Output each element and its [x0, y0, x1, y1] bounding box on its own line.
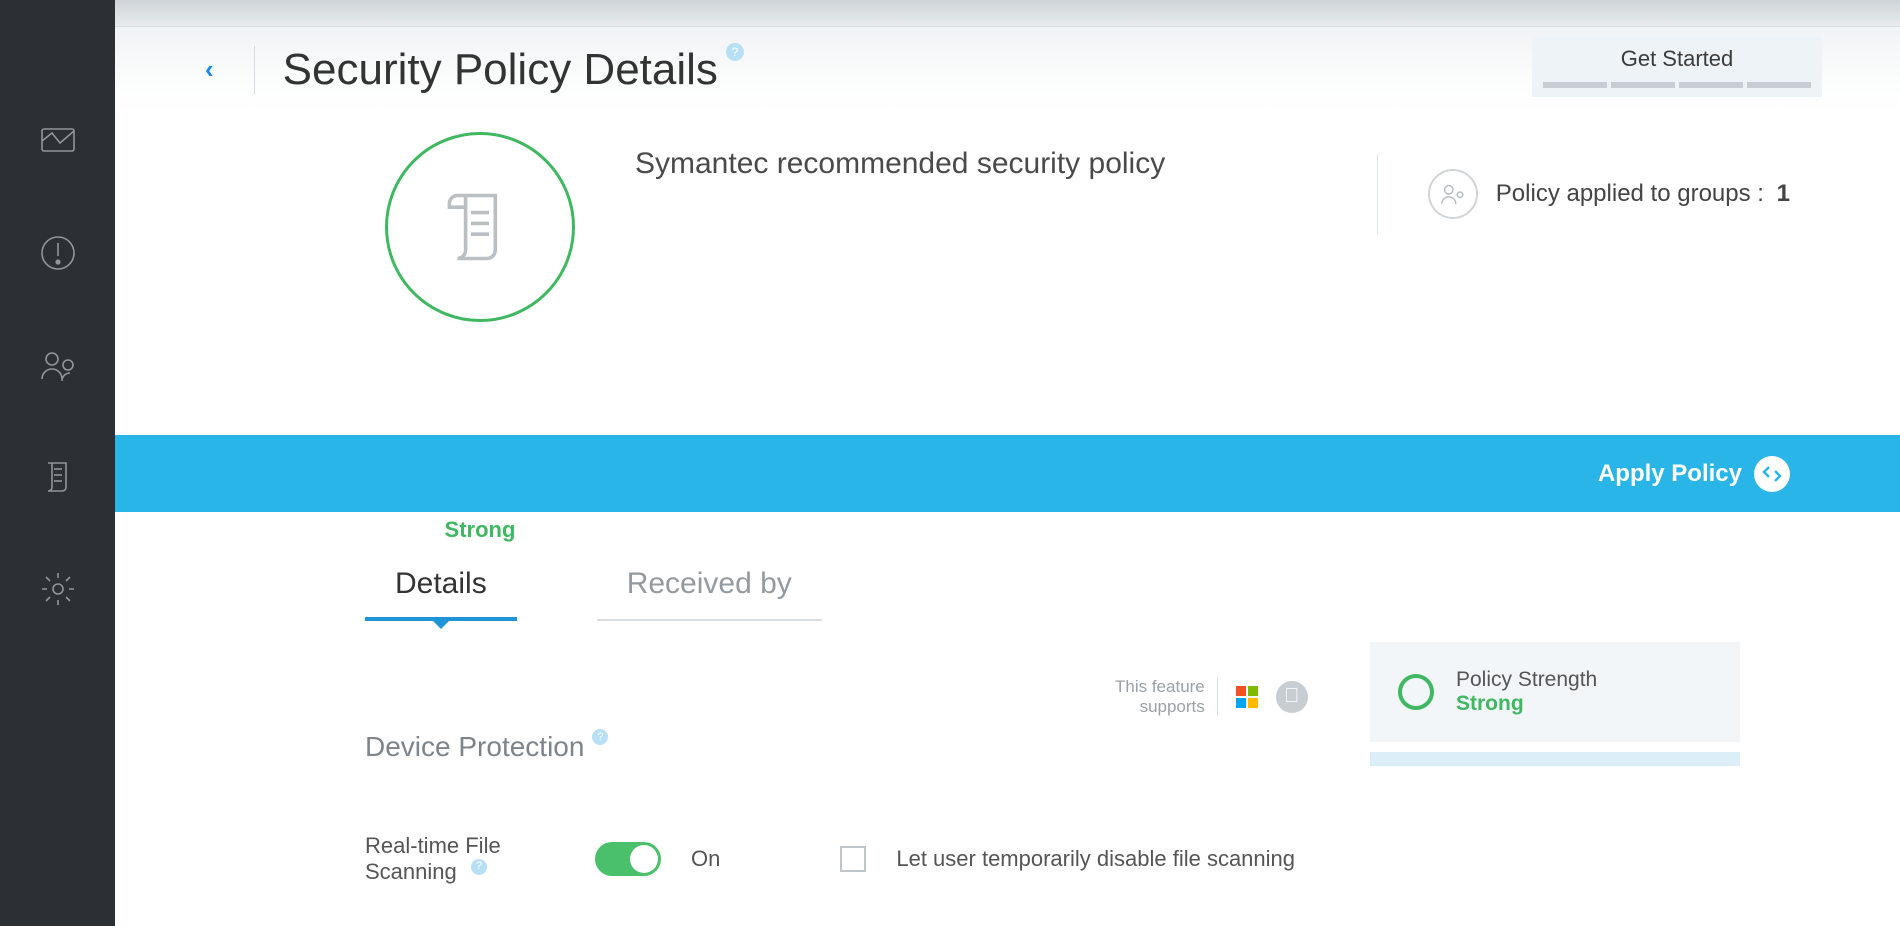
device-protection-title: Device Protection: [365, 731, 584, 763]
apple-icon: : [1276, 681, 1308, 713]
realtime-scanning-row: Real-time File Scanning ? On Let user te…: [365, 833, 1760, 886]
action-bar: Apply Policy: [115, 435, 1900, 512]
help-icon[interactable]: ?: [726, 43, 744, 61]
feature-supports: This feature supports : [1115, 677, 1308, 716]
realtime-scanning-label: Real-time File Scanning ?: [365, 833, 565, 886]
apply-policy-button[interactable]: Apply Policy: [1598, 456, 1790, 492]
page-header: ‹ Security Policy Details ? Get Started: [115, 27, 1900, 112]
applied-to-groups: Policy applied to groups : 1: [1377, 154, 1790, 234]
policy-name: Symantec recommended security policy: [635, 147, 1165, 181]
section-strength-card: Policy Strength Strong: [1370, 642, 1740, 742]
strength-ring-icon: [1398, 674, 1434, 710]
tab-received-by[interactable]: Received by: [597, 567, 822, 621]
disable-scanning-checkbox[interactable]: [840, 846, 866, 872]
help-icon[interactable]: ?: [471, 859, 487, 875]
applied-to-groups-label: Policy applied to groups :: [1496, 180, 1764, 207]
nav-policies-icon[interactable]: [37, 456, 79, 498]
get-started-progress: [1543, 82, 1811, 88]
help-icon[interactable]: ?: [592, 729, 608, 745]
get-started-label: Get Started: [1621, 46, 1734, 72]
nav-settings-icon[interactable]: [37, 568, 79, 610]
next-card-peek: [1370, 752, 1740, 766]
windows-icon: [1232, 682, 1262, 712]
tab-details[interactable]: Details: [365, 567, 517, 621]
tab-bar: Details Received by: [365, 567, 1760, 621]
apply-policy-label: Apply Policy: [1598, 460, 1742, 488]
realtime-scanning-state: On: [691, 846, 720, 872]
applied-to-groups-text: Policy applied to groups : 1: [1496, 180, 1790, 208]
header-divider: [254, 46, 255, 94]
left-sidebar: [0, 0, 115, 926]
disable-scanning-label: Let user temporarily disable file scanni…: [896, 846, 1295, 872]
policy-scroll-icon: [385, 132, 575, 322]
nav-alerts-icon[interactable]: [37, 232, 79, 274]
groups-icon: [1428, 169, 1478, 219]
get-started-panel[interactable]: Get Started: [1532, 37, 1822, 97]
policy-summary: Policy Strength Strong Symantec recommen…: [115, 112, 1900, 512]
feature-supports-text: This feature supports: [1115, 677, 1218, 716]
apply-policy-arrow-icon: [1754, 456, 1790, 492]
section-strength-label: Policy Strength: [1456, 668, 1597, 692]
nav-groups-icon[interactable]: [37, 344, 79, 386]
applied-to-groups-count: 1: [1777, 180, 1790, 207]
tabs-section: Details Received by Device Protection ? …: [115, 512, 1900, 886]
main-content: ‹ Security Policy Details ? Get Started …: [115, 0, 1900, 926]
realtime-scanning-toggle[interactable]: [595, 842, 661, 876]
nav-dashboard-icon[interactable]: [37, 120, 79, 162]
page-title: Security Policy Details: [283, 45, 718, 95]
section-strength-value: Strong: [1456, 692, 1597, 716]
window-chrome-strip: [115, 0, 1900, 27]
back-chevron-icon[interactable]: ‹: [205, 54, 214, 85]
